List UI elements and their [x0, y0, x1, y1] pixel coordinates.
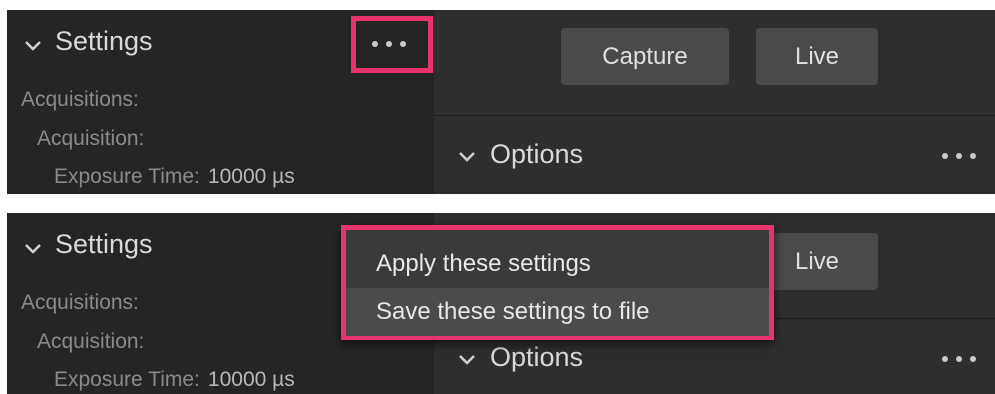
acquisition-label: Acquisition: — [37, 330, 145, 353]
divider — [434, 115, 995, 116]
settings-title[interactable]: Settings — [55, 229, 153, 260]
exposure-time-value: 10000 µs — [207, 368, 295, 391]
options-title[interactable]: Options — [490, 139, 583, 170]
exposure-time-label: Exposure Time: — [54, 368, 200, 391]
live-button[interactable]: Live — [756, 28, 878, 85]
exposure-time-label: Exposure Time: — [54, 165, 200, 188]
live-button[interactable]: Live — [756, 233, 878, 290]
app-panel-before: Settings Acquisitions: Acquisition: Expo… — [7, 10, 995, 194]
chevron-down-icon[interactable] — [457, 353, 477, 367]
highlight-box — [351, 16, 433, 73]
chevron-down-icon[interactable] — [457, 150, 477, 164]
more-options-icon[interactable] — [942, 352, 976, 366]
exposure-time-row: Exposure Time: 10000 µs — [54, 368, 295, 392]
exposure-time-row: Exposure Time: 10000 µs — [54, 165, 295, 189]
menu-item-save-settings-to-file[interactable]: Save these settings to file — [346, 288, 769, 336]
settings-context-menu: Apply these settings Save these settings… — [341, 225, 774, 340]
acquisition-label: Acquisition: — [37, 127, 145, 150]
settings-section: Settings Acquisitions: Acquisition: Expo… — [7, 10, 434, 194]
options-title[interactable]: Options — [490, 342, 583, 373]
menu-item-apply-settings[interactable]: Apply these settings — [346, 240, 769, 288]
acquisitions-label: Acquisitions: — [21, 291, 139, 314]
capture-button[interactable]: Capture — [561, 28, 729, 85]
settings-title[interactable]: Settings — [55, 26, 153, 57]
capture-area: Capture Live Options — [434, 10, 995, 194]
acquisitions-label: Acquisitions: — [21, 88, 139, 111]
chevron-down-icon[interactable] — [23, 39, 43, 53]
more-options-icon[interactable] — [942, 149, 976, 163]
chevron-down-icon[interactable] — [23, 242, 43, 256]
exposure-time-value: 10000 µs — [207, 165, 295, 188]
